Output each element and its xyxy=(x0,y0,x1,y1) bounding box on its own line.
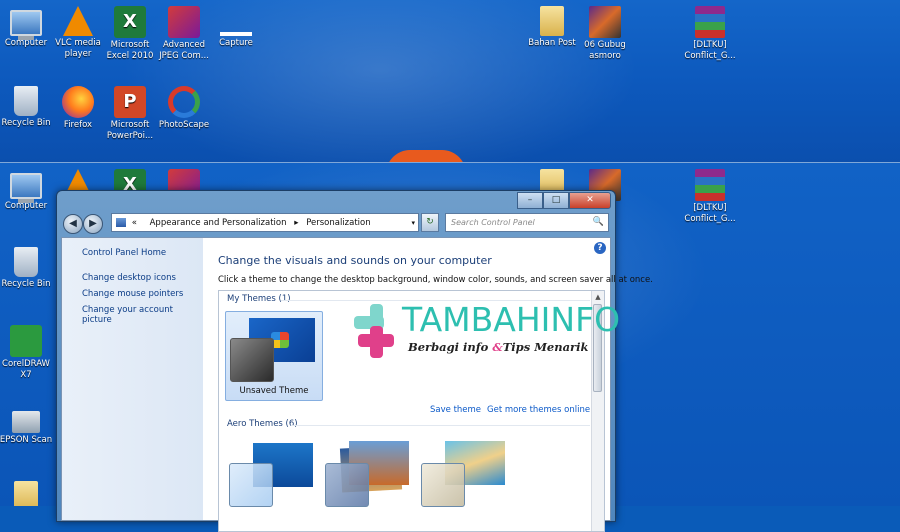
theme-characters[interactable] xyxy=(417,437,513,525)
forward-button[interactable]: ▶ xyxy=(83,214,103,234)
winrar-icon xyxy=(695,6,725,38)
winrar-icon xyxy=(695,169,725,201)
theme-windows-7[interactable] xyxy=(225,437,321,525)
desktop-icon-folder-partial[interactable] xyxy=(0,481,56,506)
desktop-icon-photoscape[interactable]: PhotoScape xyxy=(154,86,214,131)
desktop-icon-vlc[interactable]: VLC media player xyxy=(48,6,108,59)
capture-icon xyxy=(220,32,252,36)
my-themes-header: My Themes (1) xyxy=(227,294,291,304)
desktop-icon-excel[interactable]: X Microsoft Excel 2010 xyxy=(100,6,160,61)
window-client-area: Control Panel Home Change desktop icons … xyxy=(61,237,653,532)
address-bar[interactable]: « Appearance and Personalization ▸ Perso… xyxy=(111,213,419,232)
search-placeholder: Search Control Panel xyxy=(451,218,535,227)
save-theme-link[interactable]: Save theme xyxy=(430,405,481,415)
computer-icon xyxy=(10,173,42,203)
theme-architecture[interactable] xyxy=(321,437,417,525)
maximize-button[interactable]: □ xyxy=(543,192,569,209)
desktop-icon-jpeg-compressor[interactable]: Advanced JPEG Com... xyxy=(154,6,214,61)
get-more-themes-link[interactable]: Get more themes online xyxy=(487,405,590,415)
theme-color-preview xyxy=(229,463,273,507)
caption-buttons: – □ ✕ xyxy=(517,192,611,209)
epson-scan-icon xyxy=(12,411,40,433)
search-input[interactable]: Search Control Panel 🔍 xyxy=(445,213,609,232)
minimize-button[interactable]: – xyxy=(517,192,543,209)
page-title: Change the visuals and sounds on your co… xyxy=(218,254,492,267)
excel-icon: X xyxy=(114,6,146,38)
theme-name: Unsaved Theme xyxy=(239,386,309,396)
theme-color-preview xyxy=(230,338,274,382)
theme-color-preview xyxy=(325,463,369,507)
breadcrumb-personalization[interactable]: Personalization xyxy=(306,218,370,228)
control-panel-icon xyxy=(116,218,126,227)
section-divider xyxy=(291,425,590,426)
tambahinfo-logo-icon xyxy=(354,304,402,358)
breadcrumb-appearance[interactable]: Appearance and Personalization xyxy=(150,218,287,228)
theme-color-preview xyxy=(421,463,465,507)
desktop-icon-firefox[interactable]: Firefox xyxy=(48,86,108,131)
watermark-tagline: Berbagi info &Tips Menarik xyxy=(408,340,589,354)
jpeg-compressor-icon xyxy=(168,6,200,38)
change-mouse-pointers-link[interactable]: Change mouse pointers xyxy=(82,289,203,299)
watermark-brand: TAMBAHINFO xyxy=(402,300,621,339)
recycle-bin-icon xyxy=(14,247,38,277)
theme-unsaved[interactable]: Unsaved Theme xyxy=(225,311,323,401)
back-button[interactable]: ◀ xyxy=(63,214,83,234)
vlc-icon xyxy=(63,6,93,36)
desktop-top-pane: Computer VLC media player X Microsoft Ex… xyxy=(0,0,900,162)
breadcrumb-prefix[interactable]: « xyxy=(132,218,137,228)
powerpoint-icon: P xyxy=(114,86,146,118)
desktop-icon-recycle-bin-2[interactable]: Recycle Bin xyxy=(0,247,56,290)
desktop-icon-bahan-post[interactable]: Bahan Post xyxy=(522,6,582,49)
close-button[interactable]: ✕ xyxy=(569,192,611,209)
computer-icon xyxy=(10,10,42,40)
desktop-icon-epson-scan[interactable]: EPSON Scan xyxy=(0,405,56,446)
desktop-icon-gubug-asmoro[interactable]: 06 Gubug asmoro xyxy=(575,6,635,61)
media-icon xyxy=(589,6,621,38)
aero-themes-header: Aero Themes (6) xyxy=(227,419,298,429)
page-subtitle: Click a theme to change the desktop back… xyxy=(218,275,653,285)
recycle-bin-icon xyxy=(14,86,38,116)
desktop-icon-capture[interactable]: Capture xyxy=(206,6,266,49)
address-dropdown-icon[interactable]: ▾ xyxy=(411,214,415,233)
firefox-icon xyxy=(62,86,94,118)
navigation-bar: ◀ ▶ « Appearance and Personalization ▸ P… xyxy=(61,213,611,235)
help-icon[interactable]: ? xyxy=(594,242,606,254)
control-panel-home-link[interactable]: Control Panel Home xyxy=(82,248,203,258)
search-icon[interactable]: 🔍 xyxy=(593,214,604,231)
desktop-icon-dltku-2[interactable]: [DLTKU] Conflict_G... xyxy=(680,169,740,224)
refresh-button[interactable]: ↻ xyxy=(421,213,439,232)
folder-icon xyxy=(540,6,564,36)
photoscape-icon xyxy=(168,86,200,118)
change-account-picture-link[interactable]: Change your account picture xyxy=(82,305,203,325)
desktop-icon-coreldraw[interactable]: CorelDRAW X7 xyxy=(0,325,56,380)
coreldraw-icon xyxy=(10,325,42,357)
tambahinfo-watermark: TAMBAHINFO Berbagi info &Tips Menarik xyxy=(350,300,620,366)
folder-icon xyxy=(14,481,38,506)
change-desktop-icons-link[interactable]: Change desktop icons xyxy=(82,273,203,283)
breadcrumb-separator[interactable]: ▸ xyxy=(294,218,298,228)
left-nav-pane: Control Panel Home Change desktop icons … xyxy=(62,238,203,520)
desktop-icon-powerpoint[interactable]: P Microsoft PowerPoi... xyxy=(100,86,160,141)
main-content: ? Change the visuals and sounds on your … xyxy=(203,238,653,532)
desktop-icon-dltku[interactable]: [DLTKU] Conflict_G... xyxy=(680,6,740,61)
